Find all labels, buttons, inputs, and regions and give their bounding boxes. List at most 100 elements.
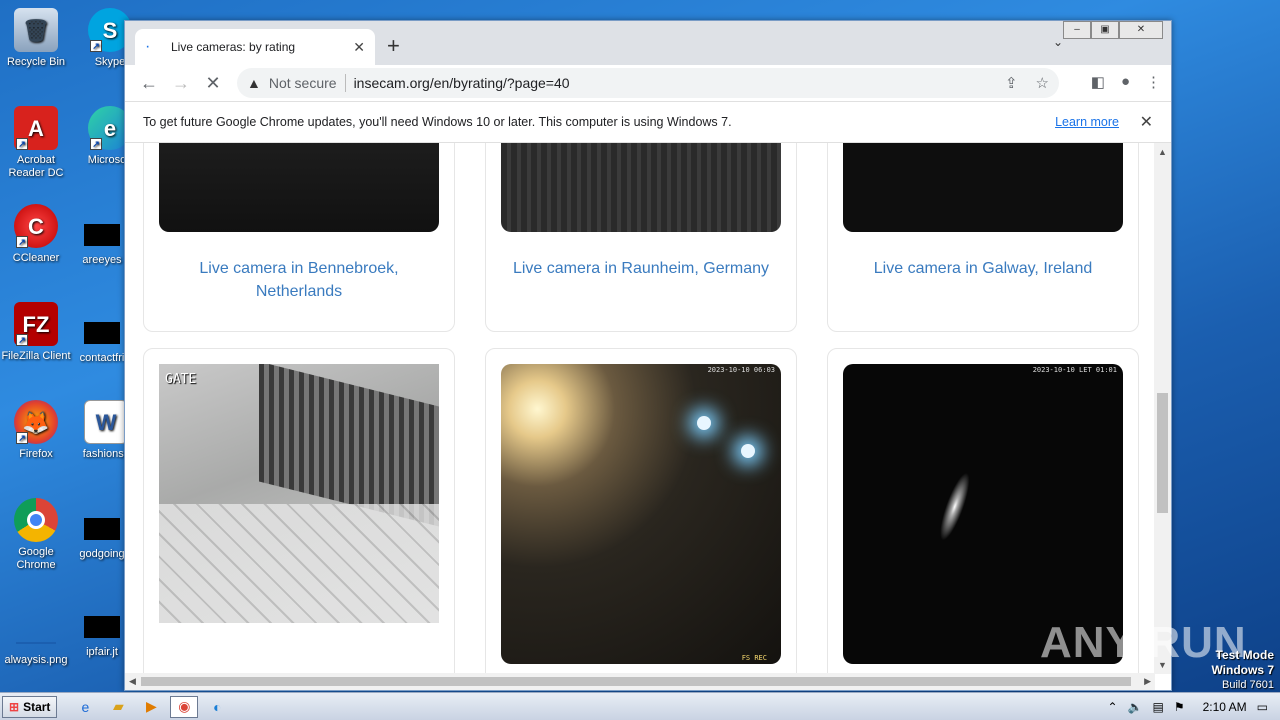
scroll-up-arrow-icon[interactable]: ▲ [1158, 147, 1167, 157]
maximize-button[interactable]: ▣ [1091, 21, 1119, 39]
camera-overlay-text: GATE [165, 372, 197, 387]
close-tab-icon[interactable]: ✕ [353, 39, 365, 56]
menu-kebab-icon[interactable]: ⋮ [1146, 73, 1161, 91]
test-mode-line2: Windows 7 [1211, 663, 1274, 677]
show-desktop-icon[interactable]: ▭ [1257, 700, 1268, 714]
light-glare [741, 444, 755, 458]
camera-image[interactable] [843, 143, 1123, 232]
acrobat-icon: A ↗ [14, 106, 58, 150]
taskbar-edge-icon[interactable]: ◐ [203, 696, 231, 718]
new-tab-button[interactable]: + [387, 33, 400, 59]
desktop-icon-acrobat[interactable]: A ↗ Acrobat Reader DC [0, 106, 72, 180]
camera-card[interactable]: Live camera in Raunheim, Germany [485, 143, 797, 332]
windows-logo-icon: ⊞ [9, 699, 20, 714]
stop-loading-button[interactable]: ✕ [197, 73, 229, 94]
firefox-icon: 🦊 ↗ [14, 400, 58, 444]
loading-icon: · [145, 38, 151, 55]
scroll-right-arrow-icon[interactable]: ▶ [1144, 676, 1151, 687]
taskbar-media-player-icon[interactable]: ▶ [137, 696, 165, 718]
desktop-icon-recycle-bin[interactable]: 🗑 Recycle Bin [0, 8, 72, 69]
paving-graphic [159, 504, 439, 623]
desktop-icon-label: Skype [94, 56, 126, 68]
infobar-message: To get future Google Chrome updates, you… [143, 115, 732, 129]
bookmark-star-icon[interactable]: ☆ [1036, 74, 1049, 92]
hscrollbar-thumb[interactable] [141, 677, 1131, 686]
light-spots [923, 420, 1003, 548]
taskbar-chrome-icon[interactable]: ◉ [170, 695, 199, 718]
chrome-icon [14, 498, 58, 542]
share-icon[interactable]: ⇪ [1005, 74, 1018, 92]
close-window-button[interactable]: ✕ [1119, 21, 1163, 39]
desktop-icon-label: Firefox [19, 448, 53, 460]
page-content: Live camera in Bennebroek, Netherlands L… [125, 143, 1155, 674]
camera-card[interactable]: Live camera in Galway, Ireland [827, 143, 1139, 332]
camera-card[interactable]: GATE [143, 348, 455, 674]
desktop-icon-label: ipfair.jt [86, 646, 118, 658]
desktop-icon-chrome[interactable]: Google Chrome [0, 498, 72, 572]
toolbar-right: ◧ ● ⋮ [1091, 73, 1161, 91]
desktop-icon-label: fashionsy [82, 448, 130, 460]
clock[interactable]: 2:10 AM [1203, 700, 1247, 714]
test-mode-line1: Test Mode [1215, 648, 1274, 662]
horizontal-scrollbar[interactable]: ◀ ▶ [125, 673, 1155, 690]
forward-button[interactable]: → [165, 73, 197, 94]
start-button[interactable]: ⊞ Start [2, 695, 58, 718]
scrollbar-thumb[interactable] [1157, 393, 1168, 513]
file-icon [84, 224, 120, 246]
volume-icon[interactable]: 🔈 [1128, 700, 1143, 714]
file-icon [84, 322, 120, 344]
desktop-icon-firefox[interactable]: 🦊 ↗ Firefox [0, 400, 72, 461]
learn-more-link[interactable]: Learn more [1055, 115, 1119, 129]
scroll-left-arrow-icon[interactable]: ◀ [129, 676, 136, 687]
camera-image[interactable]: GATE [159, 364, 439, 623]
camera-link[interactable]: Live camera in Galway, Ireland [828, 257, 1138, 280]
camera-link[interactable]: Live camera in Raunheim, Germany [486, 257, 796, 280]
action-center-flag-icon[interactable]: ⚑ [1174, 700, 1185, 714]
divider [344, 74, 346, 92]
taskbar-ie-icon[interactable]: e [71, 696, 99, 718]
camera-image[interactable] [501, 143, 781, 232]
desktop-icon-filezilla[interactable]: FZ ↗ FileZilla Client [0, 302, 72, 363]
desktop-icon-alwaysis[interactable]: alwaysis.png [0, 606, 72, 667]
ccleaner-icon: C ↗ [14, 204, 58, 248]
tab-search-chevron-icon[interactable]: ⌄ [1053, 35, 1063, 49]
desktop-icon-label: contactfri [79, 352, 125, 364]
camera-overlay-timestamp: 2023-10-10 LET 01:01 [1032, 366, 1117, 374]
taskbar: ⊞ Start e ▰ ▶ ◉ ◐ ⌃ 🔈 ▤ ⚑ 2:10 AM ▭ [0, 692, 1280, 720]
url-text: insecam.org/en/byrating/?page=40 [353, 75, 570, 91]
camera-card[interactable]: 2023-10-10 06:03 FS REC [485, 348, 797, 674]
word-icon: W [84, 400, 128, 444]
desktop-icon-label: FileZilla Client [1, 350, 71, 362]
minimize-button[interactable]: – [1063, 21, 1091, 39]
light-glare [697, 416, 711, 430]
desktop-icon-label: Recycle Bin [6, 56, 66, 68]
desktop-icon-ccleaner[interactable]: C ↗ CCleaner [0, 204, 72, 265]
gate-graphic [259, 364, 439, 527]
side-panel-icon[interactable]: ◧ [1091, 73, 1105, 91]
update-infobar: To get future Google Chrome updates, you… [125, 101, 1171, 143]
omnibox-actions: ⇪ ☆ [1005, 74, 1049, 92]
back-button[interactable]: ← [133, 73, 165, 94]
desktop-icon-label: Google Chrome [16, 546, 56, 571]
camera-card[interactable]: Live camera in Bennebroek, Netherlands [143, 143, 455, 332]
chrome-window: · Live cameras: by rating ✕ + ⌄ – ▣ ✕ ← … [124, 20, 1172, 691]
system-tray: ⌃ 🔈 ▤ ⚑ 2:10 AM ▭ [1108, 693, 1280, 720]
address-bar[interactable]: ▲ Not secure insecam.org/en/byrating/?pa… [237, 68, 1059, 98]
desktop-icon-label: Acrobat Reader DC [8, 154, 64, 179]
tray-expand-icon[interactable]: ⌃ [1108, 700, 1118, 714]
taskbar-explorer-icon[interactable]: ▰ [104, 696, 132, 718]
tab-strip: · Live cameras: by rating ✕ + ⌄ – ▣ ✕ [125, 21, 1171, 65]
tab-live-cameras[interactable]: · Live cameras: by rating ✕ [135, 29, 375, 65]
camera-image[interactable]: 2023-10-10 06:03 FS REC [501, 364, 781, 664]
file-icon [84, 616, 120, 638]
camera-overlay-rec: FS REC [741, 654, 767, 662]
network-icon[interactable]: ▤ [1153, 700, 1164, 714]
warning-icon: ▲ [247, 75, 261, 91]
camera-link[interactable]: Live camera in Bennebroek, Netherlands [144, 257, 454, 303]
camera-image[interactable] [159, 143, 439, 232]
security-status: Not secure [268, 75, 337, 91]
profile-icon[interactable]: ● [1121, 73, 1130, 91]
file-icon [84, 518, 120, 540]
close-infobar-icon[interactable]: ✕ [1140, 112, 1153, 132]
vertical-scrollbar[interactable]: ▲ ▼ [1154, 143, 1171, 674]
